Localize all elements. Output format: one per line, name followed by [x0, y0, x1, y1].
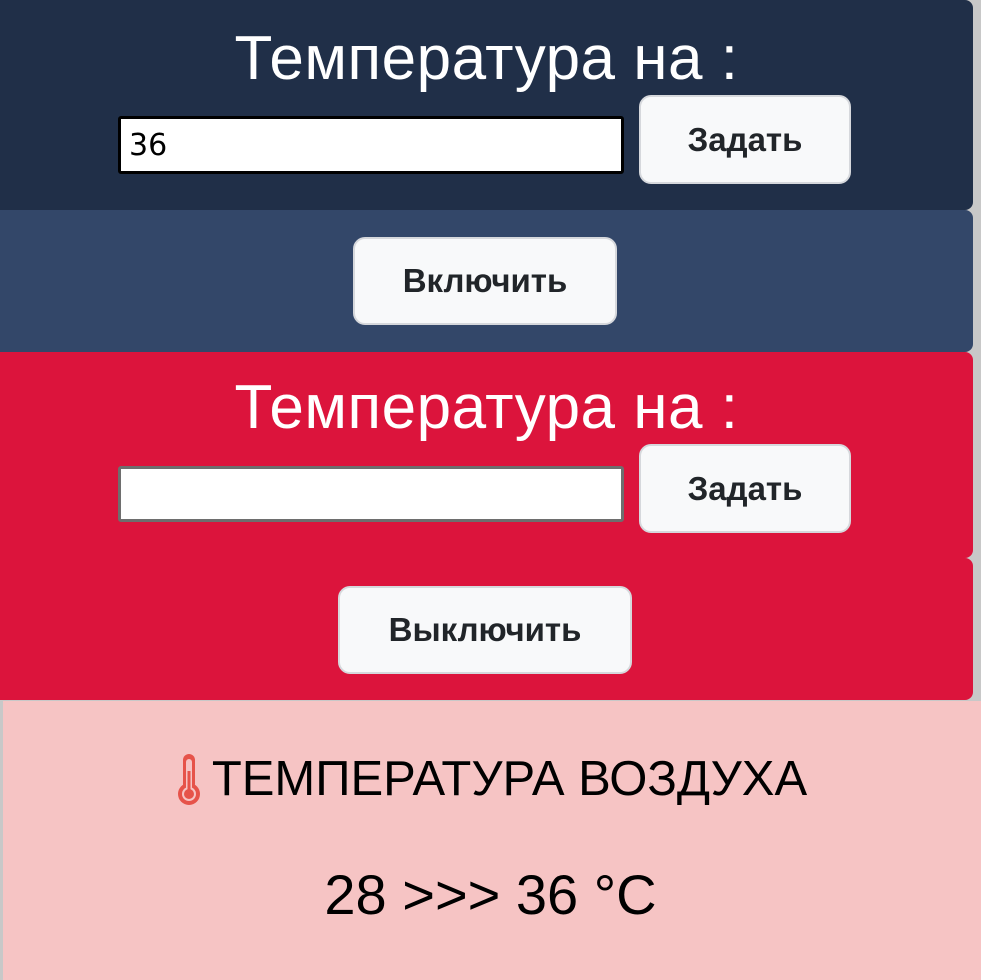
- turn-off-button[interactable]: Выключить: [338, 586, 632, 674]
- air-temperature-panel: [3, 701, 981, 980]
- set-button-2[interactable]: Задать: [639, 444, 851, 533]
- set-temperature-title-2: Температура на :: [234, 373, 739, 442]
- set-button-1[interactable]: Задать: [639, 95, 851, 184]
- set-temperature-title-1: Температура на :: [234, 24, 739, 93]
- air-temperature-heading: ТЕМПЕРАТУРА ВОЗДУХА: [211, 752, 808, 806]
- temperature-input-2[interactable]: [118, 466, 624, 522]
- thermometer-icon: [177, 754, 200, 805]
- temperature-input-1[interactable]: [118, 116, 624, 174]
- air-temperature-reading: 28 >>> 36 °C: [324, 863, 657, 926]
- air-temperature-heading-row: ТЕМПЕРАТУРА ВОЗДУХА: [0, 748, 981, 810]
- turn-on-button[interactable]: Включить: [353, 237, 617, 325]
